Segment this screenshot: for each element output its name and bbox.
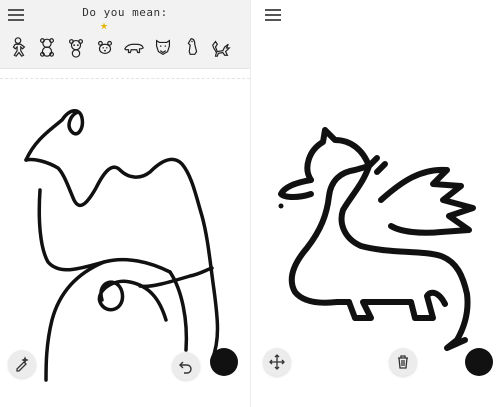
- delete-button[interactable]: [389, 348, 417, 376]
- undo-icon: [179, 361, 192, 374]
- camel-doodle: [24, 109, 220, 382]
- app-screen: Do you mean: ★: [0, 0, 500, 407]
- magic-pen-icon: [16, 356, 29, 372]
- undo-button[interactable]: [172, 352, 200, 380]
- drawing-canvas-right[interactable]: [251, 0, 500, 407]
- drawing-canvas-left[interactable]: [0, 0, 250, 407]
- dragon-clipart: [278, 127, 476, 351]
- autodraw-panel-right: [250, 0, 500, 407]
- dragon-eye-dot: [278, 203, 284, 209]
- autodraw-panel-left: Do you mean: ★: [0, 0, 250, 407]
- move-button[interactable]: [263, 348, 291, 376]
- brush-color-button[interactable]: [210, 348, 238, 376]
- move-icon: [269, 354, 285, 370]
- brush-color-button-right[interactable]: [465, 348, 493, 376]
- magic-pen-button[interactable]: [8, 350, 36, 378]
- trash-icon: [398, 355, 408, 369]
